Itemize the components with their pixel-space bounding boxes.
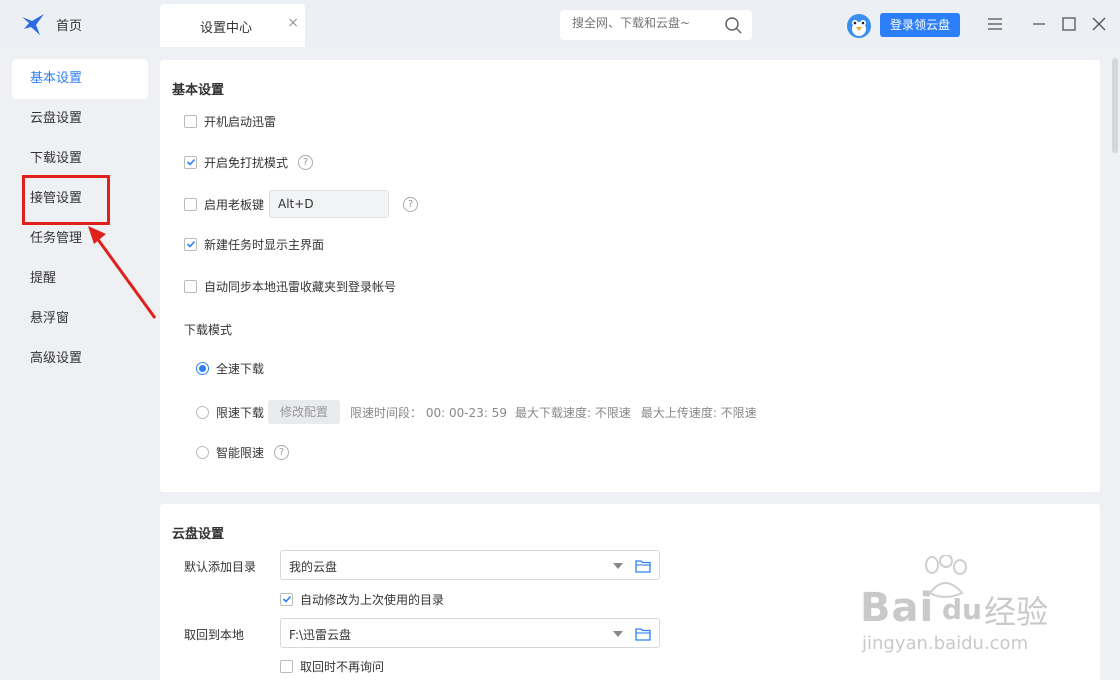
boss-key-input[interactable] [269,190,390,218]
scrollbar-thumb[interactable] [1112,58,1118,153]
sidebar-item-basic[interactable]: 基本设置 [12,59,148,99]
full-speed-option[interactable]: 全速下载 [196,358,264,378]
avatar-bird-icon[interactable] [845,11,873,39]
fetch-local-value: F:\迅雷云盘 [289,628,352,642]
watermark-brand: Bai [860,585,935,631]
caret-down-icon[interactable] [613,563,623,569]
sidebar-item-advanced[interactable]: 高级设置 [12,339,148,379]
default-dir-select[interactable]: 我的云盘 [280,550,660,580]
default-dir-value: 我的云盘 [289,560,338,574]
boss-key-checkbox[interactable] [184,197,197,211]
folder-icon[interactable] [635,627,651,641]
auto-modify-checkbox[interactable] [280,592,293,606]
login-button[interactable]: 登录领云盘 [880,13,960,37]
boss-key-option[interactable]: 启用老板键 ? [184,190,419,218]
search-input[interactable] [572,16,722,30]
show-main-option[interactable]: 新建任务时显示主界面 [184,234,324,254]
help-icon[interactable]: ? [298,154,314,170]
folder-icon[interactable] [635,559,651,573]
boss-key-label: 启用老板键 [204,197,265,212]
close-icon[interactable]: × [287,16,299,30]
maximize-icon[interactable] [1060,15,1078,33]
smart-limit-radio[interactable] [196,445,209,459]
xunlei-bird-logo-icon [22,14,44,35]
watermark-url: jingyan.baidu.com [862,633,1029,654]
startup-label: 开机启动迅雷 [204,114,277,129]
startup-option[interactable]: 开机启动迅雷 [184,111,276,131]
sidebar-item-download[interactable]: 下载设置 [12,139,148,179]
full-speed-label: 全速下载 [216,361,265,376]
annotation-highlight-box [22,175,110,225]
limit-speed-radio[interactable] [196,405,209,419]
no-ask-label: 取回时不再询问 [300,659,385,674]
startup-checkbox[interactable] [184,114,197,128]
basic-settings-card: 基本设置 开机启动迅雷 开启免打扰模式 ? 启用老板键 ? 新建任务时显示主界面… [160,60,1100,492]
title-bar: 首页 设置中心 × 登录领云盘 [0,0,1120,47]
caret-down-icon[interactable] [613,631,623,637]
search-icon[interactable] [724,16,742,34]
download-mode-title: 下载模式 [184,323,233,337]
sync-favorites-checkbox[interactable] [184,279,197,293]
show-main-checkbox[interactable] [184,237,197,251]
no-disturb-label: 开启免打扰模式 [204,155,289,170]
fetch-local-label: 取回到本地 [184,628,245,642]
sync-favorites-label: 自动同步本地迅雷收藏夹到登录帐号 [204,279,397,294]
tab-settings-center[interactable]: 设置中心 × [160,4,305,47]
max-download-speed-text: 最大下载速度: 不限速 [514,405,631,420]
default-dir-label: 默认添加目录 [184,560,257,574]
limit-speed-option[interactable]: 限速下载 修改配置 限速时间段： 00: 00-23: 59 最大下载速度: 不… [196,400,757,424]
modify-config-button[interactable]: 修改配置 [268,400,341,424]
section-title-basic: 基本设置 [172,83,225,98]
close-window-icon[interactable] [1090,15,1108,33]
no-ask-checkbox[interactable] [280,659,293,673]
limit-period-text: 限速时间段： 00: 00-23: 59 [350,405,507,420]
auto-modify-option[interactable]: 自动修改为上次使用的目录 [280,589,444,609]
watermark-cn: 经验 [984,593,1049,631]
baidu-jingyan-watermark: Bai du 经验 jingyan.baidu.com [860,555,1100,665]
auto-modify-label: 自动修改为上次使用的目录 [300,592,445,607]
home-tab[interactable]: 首页 [20,10,82,38]
limit-speed-label: 限速下载 [216,405,265,420]
watermark-brand2: du [942,593,982,626]
smart-limit-label: 智能限速 [216,445,265,460]
no-ask-option[interactable]: 取回时不再询问 [280,656,384,676]
annotation-arrow-icon [88,226,157,319]
full-speed-radio[interactable] [196,361,209,375]
show-main-label: 新建任务时显示主界面 [204,237,325,252]
smart-limit-option[interactable]: 智能限速 ? [196,442,290,462]
sync-favorites-option[interactable]: 自动同步本地迅雷收藏夹到登录帐号 [184,276,396,296]
no-disturb-option[interactable]: 开启免打扰模式 ? [184,152,314,172]
max-upload-speed-text: 最大上传速度: 不限速 [640,405,757,420]
sidebar: 基本设置 云盘设置 下载设置 接管设置 任务管理 提醒 悬浮窗 高级设置 [0,47,160,680]
search-box[interactable] [560,10,752,40]
tab-label: 设置中心 [200,21,253,36]
home-label: 首页 [56,18,83,34]
section-title-cloud: 云盘设置 [172,527,225,542]
no-disturb-checkbox[interactable] [184,155,197,169]
help-icon[interactable]: ? [274,444,290,460]
help-icon[interactable]: ? [403,196,419,212]
sidebar-item-cloud[interactable]: 云盘设置 [12,99,148,139]
minimize-icon[interactable] [1030,15,1048,33]
menu-icon[interactable] [986,15,1004,33]
fetch-local-select[interactable]: F:\迅雷云盘 [280,618,660,648]
